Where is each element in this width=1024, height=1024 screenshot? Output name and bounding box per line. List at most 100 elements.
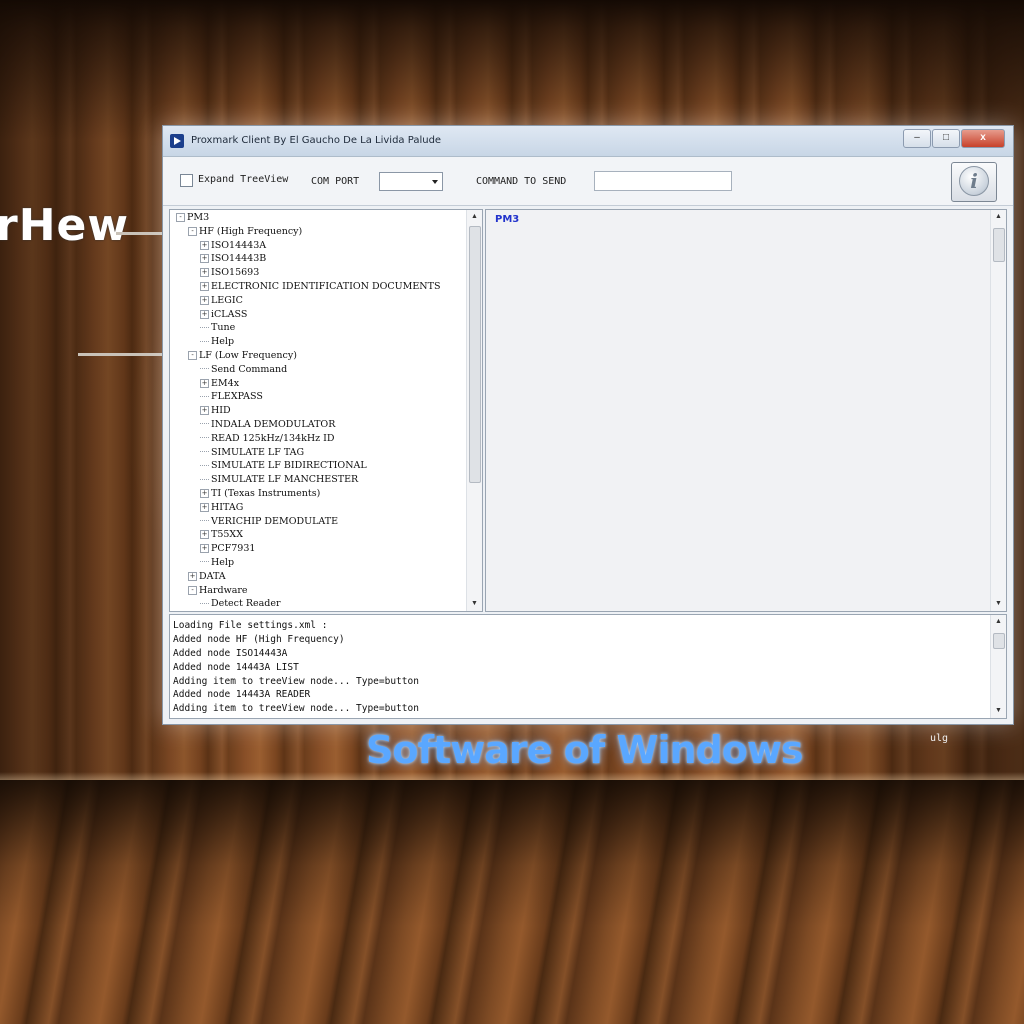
tree-node-label[interactable]: DATA — [199, 571, 226, 582]
tree-scrollbar[interactable]: ▲ ▼ — [466, 210, 482, 611]
expand-icon[interactable]: + — [200, 544, 209, 554]
tree-node[interactable]: - HF (High Frequency) — [170, 225, 482, 239]
expand-icon[interactable]: + — [200, 240, 209, 250]
scroll-down-icon[interactable]: ▼ — [991, 597, 1006, 611]
scroll-up-icon[interactable]: ▲ — [467, 210, 482, 224]
maximize-button[interactable]: □ — [932, 129, 960, 148]
tree-node[interactable]: Help — [170, 556, 482, 570]
title-bar[interactable]: Proxmark Client By El Gaucho De La Livid… — [163, 126, 1013, 157]
tree-node[interactable]: + EM4x — [170, 377, 482, 391]
tree-node-label[interactable]: Hardware — [199, 585, 248, 596]
expand-treeview-label[interactable]: Expand TreeView — [198, 174, 288, 185]
tree-node-label[interactable]: Tune — [211, 322, 235, 333]
tree-node-label[interactable]: EM4x — [211, 378, 239, 389]
tree-node[interactable]: INDALA DEMODULATOR — [170, 418, 482, 432]
tree-node[interactable]: + HITAG — [170, 501, 482, 515]
tree-node[interactable]: + LEGIC — [170, 294, 482, 308]
tree-node[interactable]: Help — [170, 335, 482, 349]
tree-node[interactable]: - Hardware — [170, 584, 482, 598]
tree-node-label[interactable]: VERICHIP DEMODULATE — [211, 516, 338, 527]
tree-node[interactable]: + DATA — [170, 570, 482, 584]
command-tree-view[interactable]: - PM3- HF (High Frequency) + ISO14443A + ISO14… — [169, 209, 483, 612]
tree-node-label[interactable]: ELECTRONIC IDENTIFICATION DOCUMENTS — [211, 281, 440, 292]
tree-node[interactable]: FLEXPASS — [170, 390, 482, 404]
tree-node-label[interactable]: ISO14443B — [211, 253, 266, 264]
tree-line-icon — [200, 368, 209, 370]
tree-node[interactable]: Detect Reader — [170, 597, 482, 611]
tree-node[interactable]: Tune — [170, 321, 482, 335]
tree-node-label[interactable]: TI (Texas Instruments) — [211, 488, 320, 499]
expand-icon[interactable]: + — [200, 254, 209, 264]
tree-node-label[interactable]: LEGIC — [211, 295, 243, 306]
tree-scrollbar-thumb[interactable] — [469, 226, 481, 483]
tree-node-label[interactable]: Detect Reader — [211, 598, 281, 609]
tree-node[interactable]: + T55XX — [170, 528, 482, 542]
tree-node[interactable]: Send Command — [170, 363, 482, 377]
tree-node[interactable]: SIMULATE LF BIDIRECTIONAL — [170, 459, 482, 473]
collapse-icon[interactable]: - — [176, 213, 185, 222]
collapse-icon[interactable]: - — [188, 585, 197, 595]
expand-icon[interactable]: + — [188, 571, 197, 581]
expand-icon[interactable]: + — [200, 406, 209, 416]
tree-node[interactable]: + ISO14443B — [170, 252, 482, 266]
expand-icon[interactable]: + — [200, 281, 209, 291]
expand-icon[interactable]: + — [200, 488, 209, 498]
tree-node[interactable]: SIMULATE LF TAG — [170, 446, 482, 460]
expand-icon[interactable]: + — [200, 378, 209, 388]
tree-node[interactable]: + ELECTRONIC IDENTIFICATION DOCUMENTS — [170, 280, 482, 294]
scroll-up-icon[interactable]: ▲ — [991, 210, 1006, 224]
tree-node[interactable]: + HID — [170, 404, 482, 418]
tree-node[interactable]: READ 125kHz/134kHz ID — [170, 432, 482, 446]
expand-treeview-checkbox[interactable] — [180, 174, 193, 187]
tree-node-label[interactable]: FLEXPASS — [211, 391, 263, 402]
tree-node[interactable]: + ISO14443A — [170, 239, 482, 253]
tree-node[interactable]: + ISO15693 — [170, 266, 482, 280]
minimize-button[interactable]: – — [903, 129, 931, 148]
chevron-down-icon[interactable] — [432, 180, 438, 184]
tree-line-icon — [200, 464, 209, 467]
tree-node-label[interactable]: PM3 — [187, 212, 209, 223]
tree-node-label[interactable]: SIMULATE LF BIDIRECTIONAL — [211, 460, 367, 471]
expand-icon[interactable]: + — [200, 530, 209, 540]
command-input[interactable] — [594, 171, 732, 191]
tree-node-label[interactable]: Help — [211, 336, 234, 347]
expand-icon[interactable]: + — [200, 309, 209, 319]
tree-node-label[interactable]: HF (High Frequency) — [199, 226, 302, 237]
log-scrollbar[interactable]: ▲ ▼ — [990, 615, 1006, 718]
tree-node-label[interactable]: T55XX — [211, 529, 243, 540]
collapse-icon[interactable]: - — [188, 226, 197, 236]
log-scrollbar-thumb[interactable] — [993, 633, 1005, 649]
tree-node-label[interactable]: LF (Low Frequency) — [199, 350, 297, 361]
com-port-select[interactable] — [379, 172, 443, 191]
tree-node[interactable]: + TI (Texas Instruments) — [170, 487, 482, 501]
tree-node[interactable]: + PCF7931 — [170, 542, 482, 556]
tree-node-label[interactable]: READ 125kHz/134kHz ID — [211, 433, 335, 444]
tree-node-label[interactable]: SIMULATE LF TAG — [211, 447, 304, 458]
tree-node-label[interactable]: ISO14443A — [211, 240, 266, 251]
tree-node-label[interactable]: iCLASS — [211, 309, 247, 320]
tree-node-label[interactable]: Help — [211, 557, 234, 568]
output-scrollbar-thumb[interactable] — [993, 228, 1005, 262]
tree-node[interactable]: + iCLASS — [170, 308, 482, 322]
expand-icon[interactable]: + — [200, 268, 209, 278]
close-button[interactable]: x — [961, 129, 1005, 148]
tree-node-label[interactable]: HITAG — [211, 502, 243, 513]
tree-node-label[interactable]: SIMULATE LF MANCHESTER — [211, 474, 358, 485]
expand-icon[interactable]: + — [200, 502, 209, 512]
collapse-icon[interactable]: - — [188, 350, 197, 360]
tree-node[interactable]: VERICHIP DEMODULATE — [170, 515, 482, 529]
info-button[interactable]: i — [951, 162, 997, 202]
scroll-down-icon[interactable]: ▼ — [991, 704, 1006, 718]
tree-node-label[interactable]: Send Command — [211, 364, 287, 375]
tree-node[interactable]: SIMULATE LF MANCHESTER — [170, 473, 482, 487]
tree-node[interactable]: - PM3 — [170, 211, 482, 225]
tree-node[interactable]: - LF (Low Frequency) — [170, 349, 482, 363]
output-scrollbar[interactable]: ▲ ▼ — [990, 210, 1006, 611]
tree-node-label[interactable]: INDALA DEMODULATOR — [211, 419, 335, 430]
tree-node-label[interactable]: ISO15693 — [211, 267, 259, 278]
expand-icon[interactable]: + — [200, 295, 209, 305]
scroll-down-icon[interactable]: ▼ — [467, 597, 482, 611]
scroll-up-icon[interactable]: ▲ — [991, 615, 1006, 629]
tree-node-label[interactable]: HID — [211, 405, 231, 416]
tree-node-label[interactable]: PCF7931 — [211, 543, 255, 554]
